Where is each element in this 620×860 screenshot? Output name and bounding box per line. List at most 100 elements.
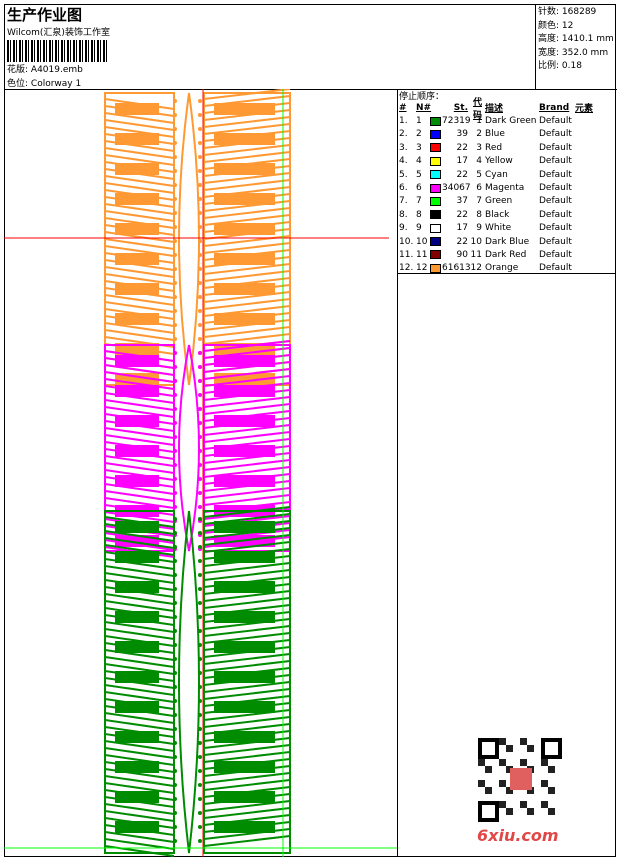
design-stitch [115, 521, 159, 533]
design-stitch [115, 671, 159, 683]
color-description: Orange [485, 263, 519, 274]
stitch-count: 22 [456, 209, 468, 220]
needle-number: 4 [416, 156, 422, 167]
table-row[interactable]: 5. 5 22 5 Cyan Default [397, 168, 616, 181]
design-stitch [214, 821, 275, 833]
design-stitch [173, 463, 177, 467]
color-description: Green [485, 196, 513, 207]
stitch-count: 22 [456, 236, 468, 247]
design-stitch [198, 657, 202, 661]
design-stitch [115, 761, 159, 773]
colorway: 色位: Colorway 1 [7, 76, 81, 89]
design-stitch [173, 281, 177, 285]
info-value: 0.18 [561, 61, 582, 71]
color-swatch [430, 143, 441, 153]
design-stitch [198, 601, 202, 605]
design-stitch [115, 313, 159, 325]
color-swatch [430, 250, 441, 260]
table-row[interactable]: 11. 11 90 11 Dark Red Default [397, 248, 616, 261]
stitch-count: 61613 [442, 263, 471, 274]
design-stitch [198, 295, 202, 299]
design-stitch [173, 407, 177, 411]
design-preview [4, 88, 398, 857]
design-stitch [173, 671, 177, 675]
design-stitch [173, 531, 177, 535]
design-stitch [178, 92, 200, 386]
info-row: 针数: 168289 [536, 4, 617, 18]
design-stitch [214, 445, 275, 457]
design-stitch [198, 839, 202, 843]
design-stitch [173, 393, 177, 397]
design-stitch [173, 505, 177, 509]
design-stitch [115, 581, 159, 593]
design-stitch [173, 741, 177, 745]
design-stitch [214, 103, 275, 115]
design-stitch [115, 385, 159, 397]
design-stitch [173, 477, 177, 481]
table-row[interactable]: 2. 2 39 2 Blue Default [397, 128, 616, 141]
design-stitch [198, 559, 202, 563]
design-stitch [198, 253, 202, 257]
info-value: 168289 [561, 7, 597, 17]
stitch-count: 22 [456, 169, 468, 180]
design-stitch [173, 449, 177, 453]
info-value: 12 [561, 20, 574, 31]
design-stitch [198, 685, 202, 689]
design-stitch [198, 309, 202, 313]
table-row[interactable]: 7. 7 37 7 Green Default [397, 195, 616, 208]
stitch-count: 17 [456, 223, 468, 234]
design-stitch [173, 545, 177, 549]
design-stitch [198, 573, 202, 577]
design-label: 花版: [7, 65, 29, 75]
brand: Default [539, 183, 572, 194]
design-stitch [115, 223, 159, 235]
design-stitch [115, 731, 159, 743]
info-label: 针数: [538, 7, 560, 17]
design-stitch [198, 615, 202, 619]
design-stitch [198, 169, 202, 173]
design-stitch [173, 629, 177, 633]
table-row[interactable]: 10. 10 22 10 Dark Blue Default [397, 235, 616, 248]
table-row[interactable]: 6. 6 34067 6 Magenta Default [397, 181, 616, 194]
design-stitch [214, 133, 275, 145]
design-stitch [214, 415, 275, 427]
design-stitch [198, 379, 202, 383]
design-stitch [214, 521, 275, 533]
design-stitch [198, 421, 202, 425]
design-stitch [198, 587, 202, 591]
needle-number: 8 [416, 209, 422, 220]
info-label: 宽度: [538, 47, 560, 58]
design-stitch [198, 435, 202, 439]
needle-number: 1 [416, 116, 422, 127]
color-code: 7 [476, 196, 482, 207]
column-header: 描述 [485, 104, 504, 115]
design-stitch [173, 825, 177, 829]
design-stitch [115, 253, 159, 265]
design-stitch [198, 713, 202, 717]
table-row[interactable]: 8. 8 22 8 Black Default [397, 208, 616, 221]
table-row[interactable]: 4. 4 17 4 Yellow Default [397, 155, 616, 168]
color-swatch [430, 129, 441, 139]
column-header: 元素 [575, 104, 594, 115]
row-index: 7. [399, 196, 408, 207]
info-row: 比例: 0.18 [536, 58, 617, 72]
design-stitch [198, 783, 202, 787]
needle-number: 6 [416, 183, 422, 194]
color-description: Dark Blue [485, 236, 530, 247]
design-stitch [173, 141, 177, 145]
stitch-count: 34067 [442, 183, 471, 194]
brand: Default [539, 209, 572, 220]
design-stitch [173, 169, 177, 173]
stitch-count: 90 [456, 249, 468, 260]
table-row[interactable]: 1. 1 72319 1 Dark Green Default [397, 114, 616, 127]
design-stitch [173, 197, 177, 201]
table-row[interactable]: 9. 9 17 9 White Default [397, 222, 616, 235]
color-description: Cyan [485, 169, 508, 180]
design-stitch [198, 239, 202, 243]
table-row[interactable]: 3. 3 22 3 Red Default [397, 141, 616, 154]
design-stitch [214, 671, 275, 683]
design-stitch [173, 491, 177, 495]
color-code: 8 [476, 209, 482, 220]
design-stitch [198, 99, 202, 103]
table-row[interactable]: 12. 12 61613 12 Orange Default [397, 262, 616, 275]
